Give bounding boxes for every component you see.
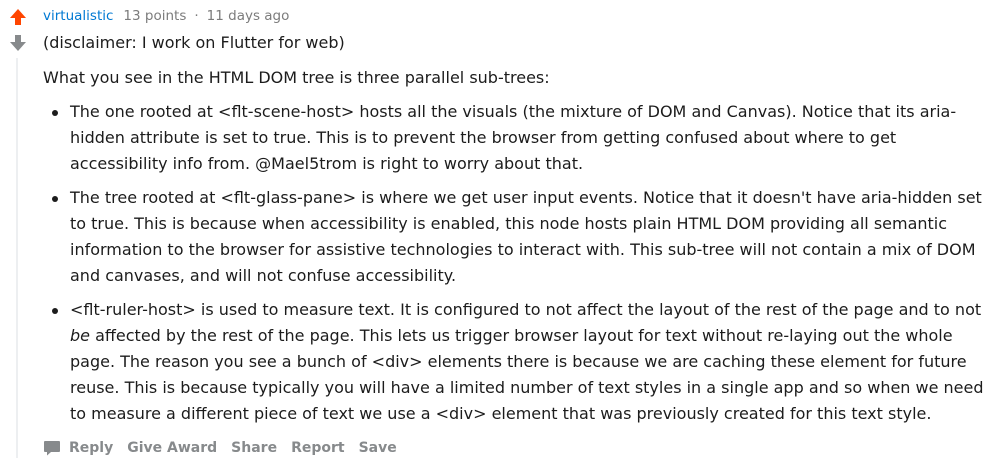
bullet-list: The one rooted at <flt-scene-host> hosts… xyxy=(43,99,991,427)
share-button[interactable]: Share xyxy=(231,440,277,456)
list-item: <flt-ruler-host> is used to measure text… xyxy=(52,297,991,427)
meta-separator: · xyxy=(194,8,199,24)
upvote-arrow-icon[interactable] xyxy=(9,8,27,26)
comment-meta: virtualistic 13 points · 11 days ago xyxy=(43,6,289,26)
report-button[interactable]: Report xyxy=(291,440,345,456)
speech-bubble-icon xyxy=(44,441,60,456)
comment: virtualistic 13 points · 11 days ago (di… xyxy=(0,0,994,472)
reply-label: Reply xyxy=(69,440,114,456)
intro-text: What you see in the HTML DOM tree is thr… xyxy=(43,68,550,87)
list-item: The one rooted at <flt-scene-host> hosts… xyxy=(52,99,991,177)
comment-timestamp[interactable]: 11 days ago xyxy=(207,8,290,24)
share-label: Share xyxy=(231,440,278,456)
save-button[interactable]: Save xyxy=(359,440,397,456)
comment-actions: Reply Give Award Share Report Save xyxy=(43,436,411,460)
list-item-text: <flt-ruler-host> is used to measure text… xyxy=(70,300,982,319)
author-link[interactable]: virtualistic xyxy=(43,8,113,24)
list-item: The tree rooted at <flt-glass-pane> is w… xyxy=(52,185,991,289)
vote-column xyxy=(0,0,36,472)
emphasis-text: be xyxy=(70,326,90,345)
list-item-text: affected by the rest of the page. This l… xyxy=(70,326,984,423)
report-label: Report xyxy=(291,440,345,456)
points-count: 13 points xyxy=(123,8,187,24)
reply-button[interactable]: Reply xyxy=(43,439,113,457)
give-award-label: Give Award xyxy=(127,440,218,456)
downvote-arrow-icon[interactable] xyxy=(9,34,27,52)
comment-body: (disclaimer: I work on Flutter for web) … xyxy=(43,30,991,435)
thread-line[interactable] xyxy=(16,58,18,458)
give-award-button[interactable]: Give Award xyxy=(127,440,217,456)
save-label: Save xyxy=(358,440,397,456)
disclaimer-text: (disclaimer: I work on Flutter for web) xyxy=(43,33,345,52)
